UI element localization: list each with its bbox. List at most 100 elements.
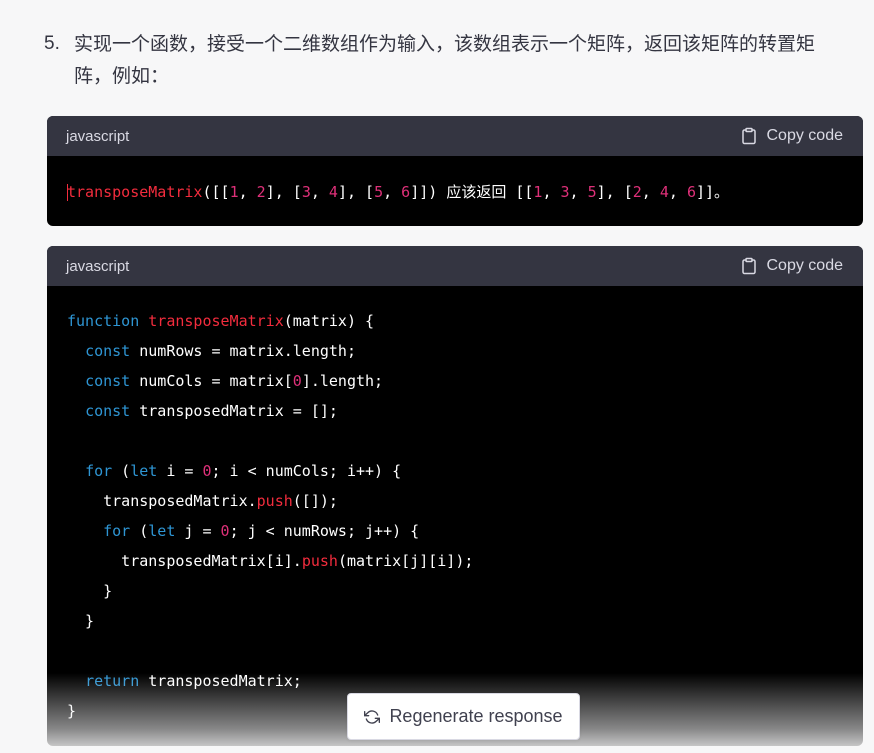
code-token: transposeMatrix (148, 312, 284, 330)
code-token: ]]) (410, 183, 447, 201)
code-token: , (542, 183, 561, 201)
code-token: 3 (560, 183, 570, 201)
code-line: transposeMatrix([[1, 2], [3, 4], [5, 6]]… (67, 177, 843, 207)
code-token: for (85, 462, 113, 480)
code-block-solution: javascript Copy code function transposeM… (47, 246, 863, 746)
code-token: 6 (401, 183, 411, 201)
refresh-icon (364, 709, 381, 724)
clipboard-icon (741, 127, 756, 145)
code-token: 6 (686, 183, 696, 201)
code-token: ( (112, 462, 131, 480)
code-token: numCols = matrix[ (130, 372, 293, 390)
language-label: javascript (66, 257, 130, 275)
code-token: ]] (695, 183, 715, 201)
code-token: , (310, 183, 329, 201)
code-token: let (130, 462, 158, 480)
code-token: push (301, 552, 338, 570)
code-token: 3 (301, 183, 311, 201)
code-token: numRows = matrix. (130, 342, 293, 360)
code-token: for (103, 522, 131, 540)
code-token: } (67, 702, 77, 720)
code-token: const (85, 372, 131, 390)
code-token: 应该返回 (446, 183, 507, 201)
regenerate-label: Regenerate response (389, 706, 563, 726)
code-token: push (256, 492, 293, 510)
copy-code-label: Copy code (766, 127, 844, 144)
code-token: 0 (220, 522, 230, 540)
code-line: } (67, 606, 843, 636)
code-token: 0 (292, 372, 302, 390)
code-line: for (let j = 0; j < numRows; j++) { (67, 516, 843, 546)
code-token: transposedMatrix[i]. (67, 552, 302, 570)
code-token: 1 (229, 183, 239, 201)
code-line: const transposedMatrix = []; (67, 396, 843, 426)
code-token: , (641, 183, 660, 201)
code-token: ], [ (265, 183, 302, 201)
list-text: 实现一个函数，接受一个二维数组作为输入，该数组表示一个矩阵，返回该矩阵的转置矩 … (74, 28, 864, 92)
code-line: } (67, 576, 843, 606)
code-token: transposedMatrix; (139, 672, 302, 690)
code-token: 。 (714, 183, 730, 201)
code-line: const numRows = matrix.length; (67, 336, 843, 366)
code-token: ; j < numRows; j++) { (229, 522, 420, 540)
code-token: ].length; (301, 372, 384, 390)
code-token: let (148, 522, 176, 540)
code-token: [[ (506, 183, 534, 201)
code-token: const (85, 342, 131, 360)
list-text-line-1: 实现一个函数，接受一个二维数组作为输入，该数组表示一个矩阵，返回该矩阵的转置矩 (74, 33, 816, 55)
code-token: transposeMatrix (67, 183, 203, 201)
regenerate-response-button[interactable]: Regenerate response (347, 693, 580, 740)
code-block-example: javascript Copy code transposeMatrix([[1… (47, 116, 863, 226)
copy-code-button[interactable]: Copy code (740, 257, 844, 275)
code-token: ; i < numCols; i++) { (211, 462, 402, 480)
code-token: i = (157, 462, 203, 480)
code-token: 2 (256, 183, 266, 201)
code-line: function transposeMatrix(matrix) { (67, 306, 843, 336)
code-line: transposedMatrix.push([]); (67, 486, 843, 516)
code-token: , (238, 183, 257, 201)
code-token: j = (175, 522, 221, 540)
code-line: return transposedMatrix; (67, 666, 843, 696)
code-token: , (668, 183, 687, 201)
code-token: ], [ (596, 183, 633, 201)
code-token: ([[ (202, 183, 230, 201)
list-number: 5. (44, 33, 60, 54)
copy-code-button[interactable]: Copy code (740, 127, 844, 145)
clipboard-icon (741, 257, 756, 275)
code-token: , (383, 183, 402, 201)
code-header: javascript Copy code (47, 116, 863, 156)
list-text-line-2: 阵，例如： (74, 65, 170, 87)
list-item-5: 5. 实现一个函数，接受一个二维数组作为输入，该数组表示一个矩阵，返回该矩阵的转… (44, 28, 864, 92)
copy-code-label: Copy code (766, 257, 844, 274)
code-token: (matrix) { (283, 312, 375, 330)
code-token: function (67, 312, 140, 330)
code-line: for (let i = 0; i < numCols; i++) { (67, 456, 843, 486)
code-token: } (67, 612, 95, 630)
code-token: 5 (587, 183, 597, 201)
code-token: } (67, 582, 113, 600)
code-token: 4 (328, 183, 338, 201)
code-token: ], [ (337, 183, 375, 201)
code-token: (matrix[j][i]); (337, 552, 474, 570)
code-token: ([]); (292, 492, 338, 510)
code-token: 5 (374, 183, 384, 201)
code-token: 0 (202, 462, 212, 480)
code-line: const numCols = matrix[0].length; (67, 366, 843, 396)
code-body[interactable]: function transposeMatrix(matrix) { const… (47, 286, 863, 726)
code-token: const (85, 402, 131, 420)
code-token: , (569, 183, 588, 201)
code-token: 2 (632, 183, 642, 201)
code-token: transposedMatrix. (67, 492, 257, 510)
code-token: transposedMatrix = []; (130, 402, 338, 420)
language-label: javascript (66, 127, 130, 145)
code-body[interactable]: transposeMatrix([[1, 2], [3, 4], [5, 6]]… (47, 156, 863, 207)
